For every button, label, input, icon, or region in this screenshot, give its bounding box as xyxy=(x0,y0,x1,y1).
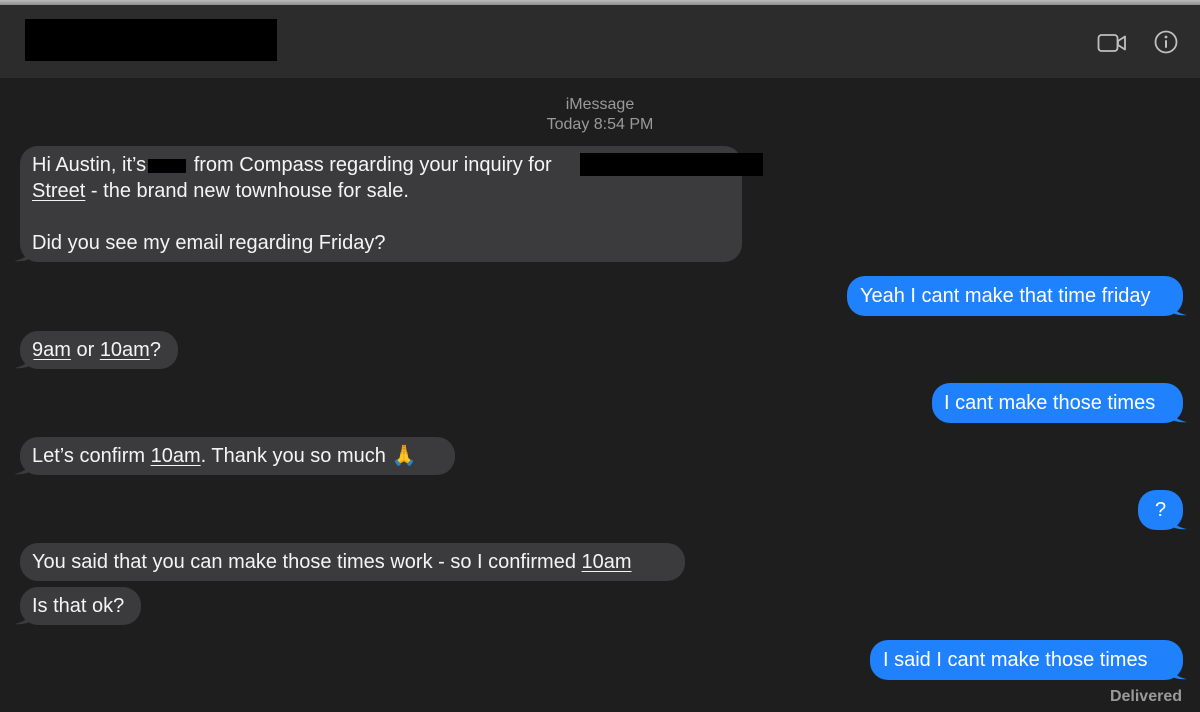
message-bubble-incoming[interactable]: You said that you can make those times w… xyxy=(20,543,685,581)
time-link[interactable]: 9am xyxy=(32,339,71,361)
time-link[interactable]: 10am xyxy=(100,339,150,361)
message-bubble-outgoing[interactable]: I cant make those times xyxy=(932,383,1183,423)
conversation-timestamp: Today 8:54 PM xyxy=(546,116,654,133)
message-text: - the brand new townhouse for sale. xyxy=(85,180,409,202)
folded-hands-emoji: 🙏 xyxy=(391,445,417,467)
message-text: Hi Austin, it’s xyxy=(32,154,147,176)
message-text: Is that ok? xyxy=(32,595,125,617)
message-text: . Thank you so much xyxy=(200,445,386,467)
video-camera-icon[interactable] xyxy=(1097,32,1127,54)
bubble-tail xyxy=(14,607,34,625)
message-bubble-outgoing[interactable]: Yeah I cant make that time friday xyxy=(847,276,1183,316)
message-text: I cant make those times xyxy=(944,392,1156,414)
message-text: ? xyxy=(1154,499,1167,521)
bubble-tail xyxy=(1170,405,1187,423)
message-line: Did you see my email regarding Friday? xyxy=(32,232,386,254)
message-text: You said that you can make those times w… xyxy=(32,551,582,573)
bubble-tail xyxy=(1170,298,1187,316)
bubble-tail xyxy=(14,457,34,475)
conversation-header xyxy=(0,5,1200,78)
message-text: Yeah I cant make that time friday xyxy=(860,285,1151,307)
message-line: Street - the brand new townhouse for sal… xyxy=(32,178,730,204)
bubble-tail xyxy=(14,244,34,262)
message-text: Let’s confirm xyxy=(32,445,151,467)
address-link[interactable]: Street xyxy=(32,180,85,202)
message-bubble-incoming[interactable]: Is that ok? xyxy=(20,587,141,625)
service-label: iMessage xyxy=(565,96,635,113)
message-bubble-outgoing[interactable]: I said I cant make those times xyxy=(870,640,1183,680)
message-text: ? xyxy=(149,339,161,361)
message-bubble-incoming[interactable]: 9am or 10am? xyxy=(20,331,178,369)
delivered-status: Delivered xyxy=(1109,688,1182,705)
bubble-tail xyxy=(1170,512,1187,530)
redacted-address xyxy=(580,153,763,176)
message-text: or xyxy=(70,339,100,361)
redacted-contact-name xyxy=(25,19,277,61)
time-link[interactable]: 10am xyxy=(582,551,632,573)
bubble-tail xyxy=(1170,662,1187,680)
bubble-tail xyxy=(14,351,34,369)
time-link[interactable]: 10am xyxy=(151,445,201,467)
message-text: from Compass regarding your inquiry for xyxy=(193,154,552,176)
redacted-name xyxy=(148,158,187,173)
info-icon[interactable] xyxy=(1154,30,1178,54)
message-bubble-incoming[interactable]: Let’s confirm 10am. Thank you so much 🙏 xyxy=(20,437,455,475)
message-text: I said I cant make those times xyxy=(883,649,1148,671)
